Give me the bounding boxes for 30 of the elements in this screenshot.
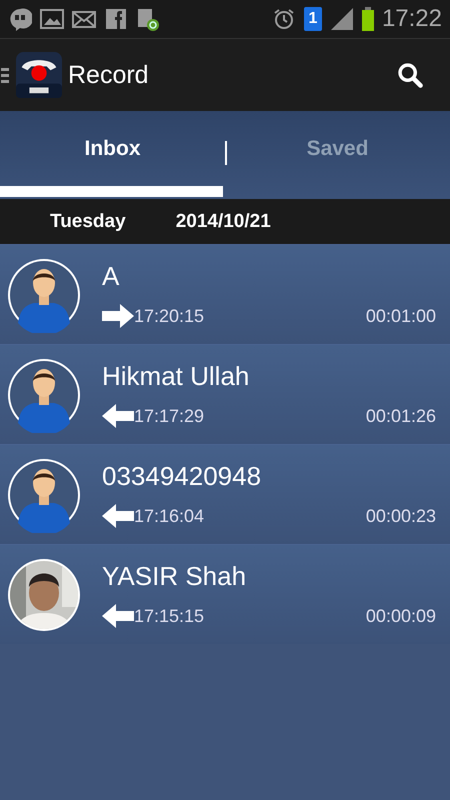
contact-name: A [102,261,120,292]
person-avatar-icon [6,356,82,432]
call-time: 17:20:15 [134,306,206,326]
chat-bubble-icon [8,7,32,31]
call-time: 17:15:15 [134,606,206,626]
person-avatar-icon [6,256,82,332]
signal-icon [330,7,354,31]
call-duration: 00:01:26 [366,406,436,426]
contact-name: Hikmat Ullah [102,361,250,392]
person-avatar-icon [6,456,82,532]
facebook-icon [104,7,128,31]
contact-name: YASIR Shah [102,561,248,592]
call-time: 17:16:04 [134,506,206,526]
search-icon[interactable] [396,61,424,89]
alarm-icon [272,7,296,31]
call-time: 17:17:29 [134,406,206,426]
clock: 17:22 [382,5,442,33]
day-label: Tuesday [50,210,126,232]
tab[interactable]: Inbox [76,133,148,165]
battery-icon [362,7,374,31]
contact-name: 03349420948 [102,461,262,492]
date-label: 2014/10/21 [176,210,271,232]
app-title: Record [68,60,150,90]
call-duration: 00:01:00 [366,306,436,326]
notification-badge: 1 [304,7,322,31]
recorder-app-icon [16,51,62,99]
call-duration: 00:00:23 [366,506,436,526]
sync-icon [136,7,160,31]
image-icon [40,7,64,31]
call-duration: 00:00:09 [366,606,436,626]
